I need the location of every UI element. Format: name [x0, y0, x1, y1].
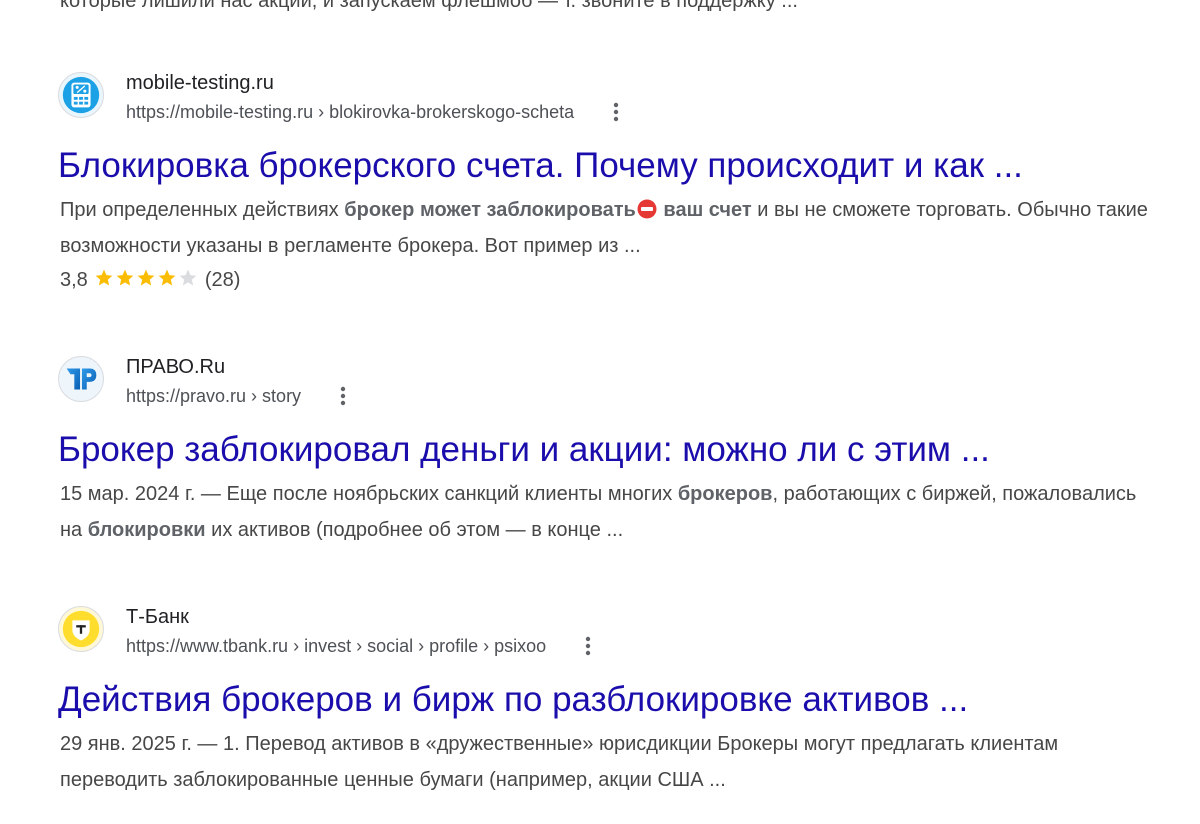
star-empty-icon	[179, 269, 197, 286]
star-filled-icon	[137, 269, 155, 286]
star-filled-icon	[158, 269, 176, 286]
result-source[interactable]: mobile-testing.ru https://mobile-testing…	[58, 70, 1158, 126]
tbank-shield-icon	[58, 606, 104, 652]
snippet-text: — 1. Перевод активов в «дружественные» ю…	[60, 733, 1059, 791]
pravo-logo-icon	[58, 356, 104, 402]
star-filled-icon	[116, 269, 134, 286]
rating-stars	[94, 269, 199, 291]
star-filled-icon	[95, 269, 113, 286]
url-text: https://mobile-testing.ru › blokirovka-b…	[126, 102, 575, 122]
calculator-percent-icon	[58, 72, 104, 118]
rating-value: 3,8	[60, 269, 88, 291]
snippet-highlight: брокеров	[677, 483, 773, 505]
search-result-pravo: ПРАВО.Ru https://pravo.ru › story Брокер…	[58, 354, 1158, 548]
more-options-icon[interactable]	[577, 634, 599, 658]
rating-row: 3,8 (28)	[60, 264, 1158, 296]
search-result-mobile-testing: mobile-testing.ru https://mobile-testing…	[58, 70, 1158, 296]
snippet-text: При определенных действиях	[60, 199, 345, 221]
snippet-date: 15 мар. 2024 г.	[60, 483, 196, 505]
result-title-link[interactable]: Действия брокеров и бирж по разблокировк…	[58, 678, 1158, 722]
site-name: mobile-testing.ru	[126, 72, 274, 94]
url-text: https://www.tbank.ru › invest › social ›…	[126, 636, 547, 656]
breadcrumb-url: https://pravo.ru › story	[126, 384, 354, 408]
result-snippet: 29 янв. 2025 г. — 1. Перевод активов в «…	[60, 726, 1158, 798]
snippet-highlight: ваш счет	[657, 199, 752, 221]
rating-count: (28)	[204, 269, 241, 291]
snippet-highlight: блокировки	[87, 519, 206, 541]
result-source[interactable]: ПРАВО.Ru https://pravo.ru › story	[58, 354, 1158, 410]
snippet-text: — Еще после ноябрьских санкций клиенты м…	[195, 483, 678, 505]
no-entry-icon	[637, 199, 657, 219]
search-result-tbank: Т-Банк https://www.tbank.ru › invest › s…	[58, 604, 1158, 798]
result-source[interactable]: Т-Банк https://www.tbank.ru › invest › s…	[58, 604, 1158, 660]
result-title-link[interactable]: Блокировка брокерского счета. Почему про…	[58, 144, 1158, 188]
result-title-link[interactable]: Брокер заблокировал деньги и акции: можн…	[58, 428, 1158, 472]
more-options-icon[interactable]	[605, 100, 627, 124]
url-text: https://pravo.ru › story	[126, 386, 302, 406]
more-options-icon[interactable]	[332, 384, 354, 408]
clipped-previous-snippet: которые лишили нас акций, и запускаем фл…	[60, 0, 798, 12]
site-name: Т-Банк	[126, 606, 189, 628]
result-snippet: 15 мар. 2024 г. — Еще после ноябрьских с…	[60, 476, 1158, 548]
snippet-date: 29 янв. 2025 г.	[60, 733, 192, 755]
breadcrumb-url: https://mobile-testing.ru › blokirovka-b…	[126, 100, 627, 124]
result-snippet: При определенных действиях брокер может …	[60, 192, 1158, 264]
snippet-highlight: брокер может заблокировать	[344, 199, 636, 221]
snippet-text: их активов (подробнее об этом — в конце …	[205, 519, 624, 541]
breadcrumb-url: https://www.tbank.ru › invest › social ›…	[126, 634, 599, 658]
site-name: ПРАВО.Ru	[126, 356, 226, 378]
